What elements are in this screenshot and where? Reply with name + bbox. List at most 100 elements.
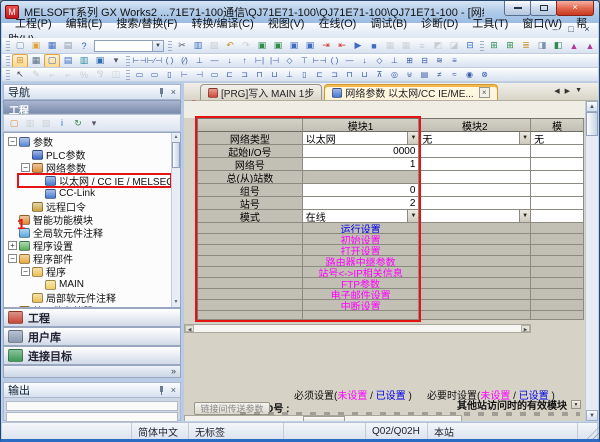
ladder-symbol-icon[interactable]: ⊐ — [327, 68, 342, 82]
view-button-project[interactable]: 工程 — [3, 308, 181, 327]
grid-link-cell[interactable]: 站号<->IP相关信息 — [303, 267, 420, 278]
ladder-symbol-icon[interactable]: ⊣ — [192, 68, 207, 82]
menu-工具[interactable]: 工具(T) — [465, 18, 515, 30]
new-project-icon[interactable]: ▢ — [12, 39, 28, 53]
save-project-icon[interactable]: ▦ — [44, 39, 60, 53]
tree-expander-icon[interactable]: + — [8, 241, 17, 250]
monitor-write-mode-icon[interactable]: ▣ — [302, 39, 318, 53]
ladder-symbol-icon[interactable]: ↓ — [222, 54, 237, 68]
module-configuration-icon[interactable]: ▦ — [28, 54, 44, 68]
grid-cell[interactable] — [419, 145, 531, 158]
menu-工程[interactable]: 工程(P) — [8, 18, 59, 30]
link-打开设置[interactable]: 打开设置 — [303, 245, 419, 256]
grid-cell-dropdown[interactable]: 无▼ — [419, 132, 531, 145]
ladder-symbol-icon[interactable]: ⊏ — [312, 68, 327, 82]
transfer-setup-icon[interactable]: ⊟ — [462, 39, 478, 53]
copy-item-icon[interactable]: ▥ — [22, 116, 38, 130]
ladder-symbol-icon[interactable]: ⊢| — [252, 54, 267, 68]
device-list-icon[interactable]: ▥ — [76, 54, 92, 68]
grid-link-cell[interactable]: 运行设置 — [303, 223, 420, 234]
help-icon[interactable]: ? — [76, 39, 92, 53]
ladder-symbol-icon[interactable]: ▭ — [147, 68, 162, 82]
ladder-symbol-icon[interactable]: ⊼ — [372, 68, 387, 82]
mdi-close-button[interactable]: × — [580, 24, 594, 36]
ladder-symbol-icon[interactable]: ▭ — [207, 68, 222, 82]
property-icon[interactable]: i — [54, 116, 70, 130]
ladder-symbol-icon[interactable]: ◇ — [282, 54, 297, 68]
link-中断设置[interactable]: 中断设置 — [303, 300, 419, 311]
monitor-mode-icon[interactable]: ▣ — [286, 39, 302, 53]
read-mode-icon[interactable]: ▣ — [270, 39, 286, 53]
write-to-plc-icon[interactable]: ⇥ — [318, 39, 334, 53]
output-close-icon[interactable]: × — [171, 386, 176, 395]
menu-视图[interactable]: 视图(V) — [261, 18, 312, 30]
grid-link-cell[interactable]: 初始设置 — [303, 234, 420, 245]
grid-cell-input[interactable]: 1 — [303, 158, 420, 171]
ladder-symbol-icon[interactable]: ⊏ — [222, 68, 237, 82]
ladder-symbol-icon[interactable]: ( ) — [162, 54, 177, 68]
ladder-symbol-icon[interactable]: ↓ — [357, 54, 372, 68]
undo-icon[interactable]: ↶ — [222, 39, 238, 53]
close-panel-icon[interactable]: × — [171, 88, 176, 97]
grid-cell[interactable] — [531, 184, 584, 197]
ladder-symbol-icon[interactable]: (∕) — [177, 54, 192, 68]
watch-window-icon[interactable]: ▣ — [92, 54, 108, 68]
sort-menu-icon[interactable]: ▾ — [86, 116, 102, 130]
grid-horizontal-scrollbar[interactable]: ◀▶ — [184, 324, 531, 333]
grid-link-cell[interactable]: 打开设置 — [303, 245, 420, 256]
ladder-symbol-icon[interactable]: ▯ — [297, 68, 312, 82]
tree-scrollbar[interactable]: ▲▼ — [171, 133, 180, 307]
view-button-user-library[interactable]: 用户库 — [3, 327, 181, 346]
read-from-plc-icon[interactable]: ⇤ — [334, 39, 350, 53]
copy-icon[interactable]: ▥ — [190, 39, 206, 53]
link-运行设置[interactable]: 运行设置 — [303, 223, 419, 234]
mdi-minimize-button[interactable]: – — [548, 24, 562, 36]
ladder-symbol-icon[interactable]: — — [342, 54, 357, 68]
ladder-symbol-icon[interactable]: ⊤ — [297, 54, 312, 68]
document-horizontal-scrollbar[interactable] — [184, 415, 462, 421]
build-icon[interactable]: ▲ — [566, 39, 582, 53]
grid-cell-input[interactable]: 0000 — [303, 145, 420, 158]
note-icon[interactable]: ≣ — [518, 39, 534, 53]
grid-link-cell[interactable]: 路由器中继参数 — [303, 256, 420, 267]
tab-list-icon[interactable]: ▼ — [575, 87, 582, 95]
ladder-symbol-icon[interactable]: ◎ — [387, 68, 402, 82]
simulation-icon[interactable]: ◪ — [446, 39, 462, 53]
tree-item-参数[interactable]: −参数 — [4, 135, 180, 148]
grid-cell[interactable] — [531, 171, 584, 184]
view-overflow-chevron[interactable]: » — [3, 365, 181, 378]
ladder-symbol-icon[interactable]: ⊥ — [282, 68, 297, 82]
ladder-symbol-icon[interactable]: ⊢ — [177, 68, 192, 82]
grid-cell[interactable] — [419, 184, 531, 197]
tree-item-程序设置[interactable]: +程序设置 — [4, 239, 180, 252]
ladder-symbol-icon[interactable]: ≡ — [447, 54, 462, 68]
ladder-symbol-icon[interactable]: ▭ — [132, 68, 147, 82]
ladder-symbol-icon[interactable]: ⊔ — [357, 68, 372, 82]
grid-cell[interactable] — [531, 145, 584, 158]
tree-item-程序部件[interactable]: −程序部件 — [4, 252, 180, 265]
menu-搜索/替换[interactable]: 搜索/替换(F) — [109, 18, 184, 30]
ladder-symbol-icon[interactable]: ⊓ — [342, 68, 357, 82]
menu-调试[interactable]: 调试(B) — [363, 18, 414, 30]
rebuild-all-icon[interactable]: ▲ — [582, 39, 598, 53]
ladder-symbol-icon[interactable]: ▯ — [162, 68, 177, 82]
menu-转换/编译[interactable]: 转换/编译(C) — [184, 18, 260, 30]
delete-line-icon[interactable]: ⌐ — [60, 68, 76, 82]
grid-cell[interactable] — [531, 210, 584, 223]
ladder-symbol-icon[interactable]: ⊓ — [252, 68, 267, 82]
tree-item-CC-Link[interactable]: CC-Link — [4, 187, 180, 200]
ladder-symbol-icon[interactable]: ↑ — [237, 54, 252, 68]
redo-icon[interactable]: ↷ — [238, 39, 254, 53]
grid-cell-input[interactable]: 0 — [303, 184, 420, 197]
tree-item-全局软元件注释[interactable]: 全局软元件注释 — [4, 226, 180, 239]
view-button-connection-destination[interactable]: 连接目标 — [3, 346, 181, 365]
write-mode-icon[interactable]: ▣ — [254, 39, 270, 53]
link-FTP参数[interactable]: FTP参数 — [303, 278, 419, 289]
print-icon[interactable]: ▤ — [60, 39, 76, 53]
ladder-symbol-icon[interactable]: ⊢⊣ — [312, 54, 327, 68]
comment-edit-icon[interactable]: ◫ — [108, 68, 124, 82]
ladder-symbol-icon[interactable]: ◉ — [462, 68, 477, 82]
new-item-icon[interactable]: ▢ — [6, 116, 22, 130]
paste-item-icon[interactable]: ▧ — [38, 116, 54, 130]
tree-item-PLC参数[interactable]: PLC参数 — [4, 148, 180, 161]
